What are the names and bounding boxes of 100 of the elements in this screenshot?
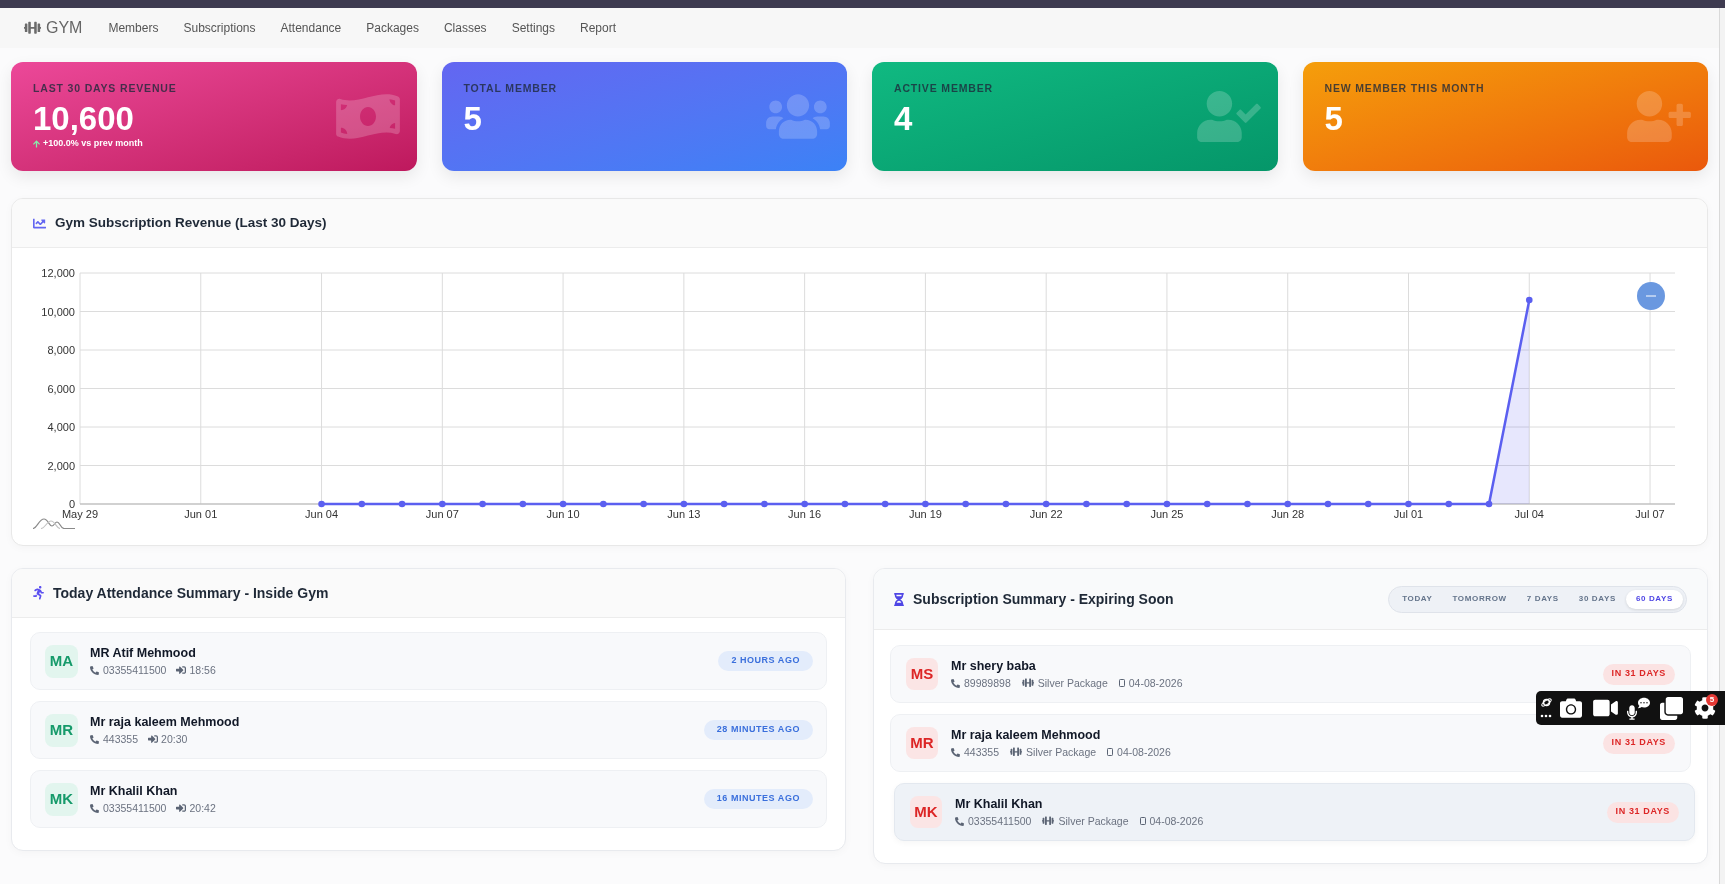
phone-icon [951,747,960,757]
member-phone: 03355411500 [103,663,167,677]
data-point [761,500,768,508]
rectangle-icon [1118,679,1125,687]
y-axis-label: 6,000 [47,382,75,395]
member-phone: 443355 [103,732,139,746]
card-title: Today Attendance Summary - Inside Gym [53,583,329,603]
data-point [881,500,889,508]
y-axis-label: 2,000 [47,459,75,472]
x-axis-label: Jun 28 [1271,508,1305,520]
data-point [318,500,325,508]
member-avatar: MK [45,782,78,816]
x-axis-label: Jun 25 [1150,508,1184,520]
x-axis-label: Jul 04 [1514,508,1544,520]
video-camera-icon[interactable] [1593,697,1618,719]
brand-link[interactable]: GYM [24,20,83,36]
data-point [640,500,647,508]
dumbbell-icon [24,21,41,35]
dumbbell-icon [1021,678,1034,688]
time-ago-badge: 2 HOURS AGO [718,651,813,671]
data-point [720,500,728,508]
check-in-time: 20:30 [161,732,188,746]
orbit-dots-icon[interactable] [1540,697,1552,719]
camera-icon[interactable] [1559,697,1583,719]
y-axis-label: 8,000 [47,344,75,356]
x-axis-label: Jul 01 [1393,508,1424,520]
member-phone: 443355 [964,745,1000,759]
subscription-row[interactable]: MS Mr shery baba 89989898 Silver Package 04-08-2026 IN 31 DAYS [890,645,1691,703]
card-title: Subscription Summary - Expiring Soon [913,589,1174,609]
member-phone: 89989898 [964,676,1011,690]
data-point [962,500,969,508]
dumbbell-icon [1010,747,1023,757]
member-name: Mr raja kaleem Mehmood [90,714,240,730]
period-tab[interactable]: TODAY [1392,589,1443,609]
data-point [1364,500,1372,508]
y-axis-label: 12,000 [41,267,75,279]
phone-icon [90,803,99,813]
period-tab[interactable]: TOMORROW [1442,589,1517,609]
attendance-row[interactable]: MK Mr Khalil Khan 03355411500 20:42 16 MINUTES AGO [30,770,827,828]
member-avatar: MK [910,796,942,828]
period-tab[interactable]: 7 DAYS [1516,589,1569,609]
nav-link[interactable]: Members [108,22,159,34]
nav-link[interactable]: Report [580,22,616,34]
y-axis-label: 4,000 [47,421,75,433]
data-point [680,500,688,508]
member-name: Mr Khalil Khan [955,796,1044,812]
time-ago-badge: 28 MINUTES AGO [703,720,813,740]
nav-link[interactable]: Attendance [280,22,342,34]
y-axis-label: 0 [68,498,75,510]
microphone-chat-icon[interactable] [1627,696,1650,720]
subscription-row[interactable]: MK Mr Khalil Khan 03355411500 Silver Package 04-08-2026 IN 31 DAYS [894,783,1695,841]
stat-label: LAST 30 DAYS REVENUE [33,82,177,95]
x-axis-label: Jun 16 [788,508,822,520]
member-name: MR Atif Mehmood [90,645,197,661]
data-point [559,500,567,508]
expiry-date: 04-08-2026 [1149,814,1204,828]
dumbbell-icon [1042,816,1055,826]
member-phone: 03355411500 [103,801,167,815]
settings-button[interactable]: 5 [1693,696,1717,720]
x-axis-label: Jun 19 [908,508,942,520]
data-point [841,500,849,508]
minus-circle-icon[interactable] [1637,282,1665,310]
data-point [439,500,446,508]
x-axis-label: Jun 01 [184,508,218,520]
data-point [398,500,406,508]
stat-value: 10,600 [33,101,135,137]
attendance-row[interactable]: MA MR Atif Mehmood 03355411500 18:56 2 HOURS AGO [30,632,827,690]
data-point [1324,500,1332,508]
wave-icon [33,519,75,529]
arrow-up-icon [33,139,40,148]
chart-line-icon [33,216,46,230]
data-point [1002,500,1010,508]
subscription-row[interactable]: MR Mr raja kaleem Mehmood 443355 Silver Package 04-08-2026 IN 31 DAYS [890,714,1691,772]
data-point [1244,500,1251,508]
data-point [600,500,607,508]
nav-link[interactable]: Packages [366,22,419,34]
data-point [519,500,527,508]
nav-link[interactable]: Settings [511,22,555,34]
member-avatar: MR [45,713,78,747]
hourglass-icon [894,592,904,606]
period-tab[interactable]: 30 DAYS [1568,589,1626,609]
sign-in-icon [176,803,187,813]
data-point [1042,500,1050,508]
nav-link[interactable]: Subscriptions [183,22,256,34]
package-name: Silver Package [1026,745,1097,759]
sign-in-icon [148,734,159,744]
data-point [1445,500,1453,508]
stat-label: NEW MEMBER THIS MONTH [1324,82,1485,95]
running-person-icon [33,586,44,600]
attendance-row[interactable]: MR Mr raja kaleem Mehmood 443355 20:30 28 MINUTES AGO [30,701,827,759]
x-axis-label: Jul 07 [1635,508,1665,520]
x-axis-label: Jun 07 [425,508,459,520]
expiry-date: 04-08-2026 [1117,745,1171,759]
data-point [479,500,486,508]
trend-text: +100.0% vs prev month [43,138,143,149]
nav-link[interactable]: Classes [443,22,487,34]
time-ago-badge: 16 MINUTES AGO [703,789,813,809]
phone-icon [951,678,960,688]
period-tab[interactable]: 60 DAYS [1625,589,1683,609]
window-stack-icon[interactable] [1660,696,1683,720]
